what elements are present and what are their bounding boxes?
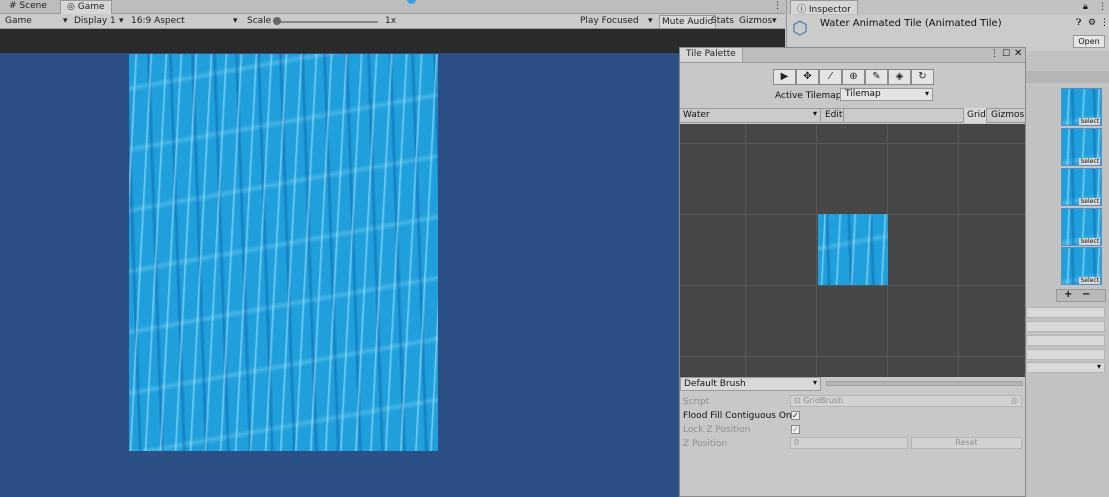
- game-view-topbar: [0, 29, 785, 53]
- edit-button[interactable]: Edit: [822, 108, 844, 123]
- animated-sprite-thumbnail[interactable]: Select: [1061, 208, 1102, 246]
- scale-slider-thumb[interactable]: [273, 17, 281, 25]
- inspector-menu-icon[interactable]: ⋮: [1100, 18, 1109, 28]
- inspector-dropdown-field[interactable]: ▾: [1026, 362, 1105, 373]
- lock-z-position-checkbox[interactable]: ✓: [791, 425, 800, 434]
- active-tilemap-label: Active Tilemap: [775, 91, 842, 101]
- lock-z-position-label: Lock Z Position: [683, 425, 751, 435]
- fill-tool-button[interactable]: ↻: [911, 69, 934, 85]
- mute-audio-button[interactable]: Mute Audio: [659, 15, 716, 29]
- display-dropdown[interactable]: Display 1 ▾: [74, 16, 126, 26]
- window-menu-icon[interactable]: ⋮: [990, 49, 999, 59]
- active-tilemap-dropdown[interactable]: Tilemap ▾: [840, 88, 933, 101]
- close-icon[interactable]: ✕: [1014, 48, 1022, 59]
- inspector-field[interactable]: [1026, 307, 1105, 318]
- grid-toggle[interactable]: Grid: [963, 108, 987, 123]
- aspect-dropdown[interactable]: 16:9 Aspect ▾: [131, 16, 241, 26]
- scale-value: 1x: [385, 16, 397, 26]
- select-button[interactable]: Select: [1079, 238, 1100, 245]
- erase-tool-button[interactable]: ◈: [888, 69, 911, 85]
- select-tool-button[interactable]: ▶: [773, 69, 796, 85]
- brush-dropdown[interactable]: Default Brush ▾: [680, 377, 821, 391]
- tab-game[interactable]: ◎ Game: [60, 0, 112, 14]
- chevron-down-icon: ▾: [1096, 362, 1101, 371]
- inspector-menu-icon[interactable]: ⋮: [1098, 2, 1107, 12]
- chevron-down-icon: ▾: [233, 16, 238, 26]
- gizmos-toggle[interactable]: Gizmos: [989, 108, 1025, 123]
- scale-label: Scale: [247, 16, 272, 26]
- chevron-down-icon: ▾: [812, 378, 817, 387]
- help-icon[interactable]: ❓︎: [1076, 18, 1081, 28]
- box-fill-tool-button[interactable]: ⊕: [842, 69, 865, 85]
- add-element-button[interactable]: +: [1064, 289, 1072, 300]
- select-button[interactable]: Select: [1079, 198, 1100, 205]
- remove-element-button[interactable]: −: [1082, 289, 1090, 300]
- top-tab-bar: [0, 0, 785, 14]
- inspector-field[interactable]: [1026, 321, 1105, 332]
- inspector-section-bar: [1026, 71, 1109, 83]
- scene-icon: #: [9, 1, 17, 11]
- paint-tool-button[interactable]: ⁄: [819, 69, 842, 85]
- select-button[interactable]: Select: [1079, 277, 1100, 284]
- game-mode-dropdown[interactable]: Game ▾: [5, 16, 68, 26]
- scale-slider-track[interactable]: [276, 21, 378, 23]
- animated-sprite-thumbnail[interactable]: Select: [1061, 168, 1102, 206]
- z-position-label: Z Position: [683, 439, 728, 449]
- tab-inspector[interactable]: ⓘ Inspector: [790, 0, 858, 15]
- chevron-down-icon: ▾: [812, 109, 817, 118]
- brush-splitter[interactable]: [826, 381, 1023, 386]
- tab-scene[interactable]: # Scene: [3, 0, 53, 14]
- z-position-field[interactable]: 0: [790, 437, 908, 449]
- chevron-down-icon: ▾: [648, 16, 653, 26]
- palette-dropdown[interactable]: Water ▾: [680, 108, 821, 123]
- animated-sprite-thumbnail[interactable]: Select: [1061, 128, 1102, 166]
- lock-icon[interactable]: 🔒︎: [1083, 2, 1088, 12]
- settings-icon[interactable]: ⚙︎: [1088, 18, 1096, 28]
- flood-fill-label: Flood Fill Contiguous Only: [683, 411, 800, 421]
- open-button[interactable]: Open: [1073, 35, 1105, 48]
- info-icon: ⓘ: [797, 5, 807, 15]
- maximize-icon[interactable]: ☐: [1002, 49, 1010, 59]
- gizmos-dropdown[interactable]: Gizmos ▾: [739, 16, 783, 26]
- inspector-title: Water Animated Tile (Animated Tile): [820, 18, 1002, 29]
- game-controller-icon: ◎: [67, 2, 75, 12]
- script-label: Script: [683, 397, 710, 407]
- script-icon: ⊡: [794, 396, 801, 405]
- stats-button[interactable]: Stats: [711, 16, 734, 26]
- chevron-down-icon: ▾: [772, 16, 777, 26]
- flood-fill-checkbox[interactable]: ✓: [791, 411, 800, 420]
- select-button[interactable]: Select: [1079, 158, 1100, 165]
- move-tool-button[interactable]: ✥: [796, 69, 819, 85]
- water-tilemap-render: [129, 54, 438, 451]
- object-picker-icon: ◎: [1011, 396, 1018, 405]
- animated-sprite-thumbnail[interactable]: Select: [1061, 247, 1102, 285]
- chevron-down-icon: ▾: [119, 16, 124, 26]
- tile-asset-icon: ⬡: [792, 18, 808, 39]
- water-tile[interactable]: [818, 214, 888, 285]
- select-button[interactable]: Select: [1079, 118, 1100, 125]
- script-field: ⊡ GridBrush ◎: [790, 395, 1022, 407]
- play-focused-dropdown[interactable]: Play Focused ▾: [580, 16, 655, 26]
- chevron-down-icon: ▾: [924, 89, 929, 98]
- picker-tool-button[interactable]: ✎: [865, 69, 888, 85]
- reset-button[interactable]: Reset: [911, 437, 1022, 449]
- inspector-field[interactable]: [1026, 349, 1105, 360]
- tab-menu-icon[interactable]: ⋮: [773, 1, 782, 11]
- tab-tile-palette[interactable]: Tile Palette: [680, 48, 743, 62]
- chevron-down-icon: ▾: [63, 16, 68, 26]
- inspector-field[interactable]: [1026, 335, 1105, 346]
- animated-sprite-thumbnail[interactable]: Select: [1061, 88, 1102, 126]
